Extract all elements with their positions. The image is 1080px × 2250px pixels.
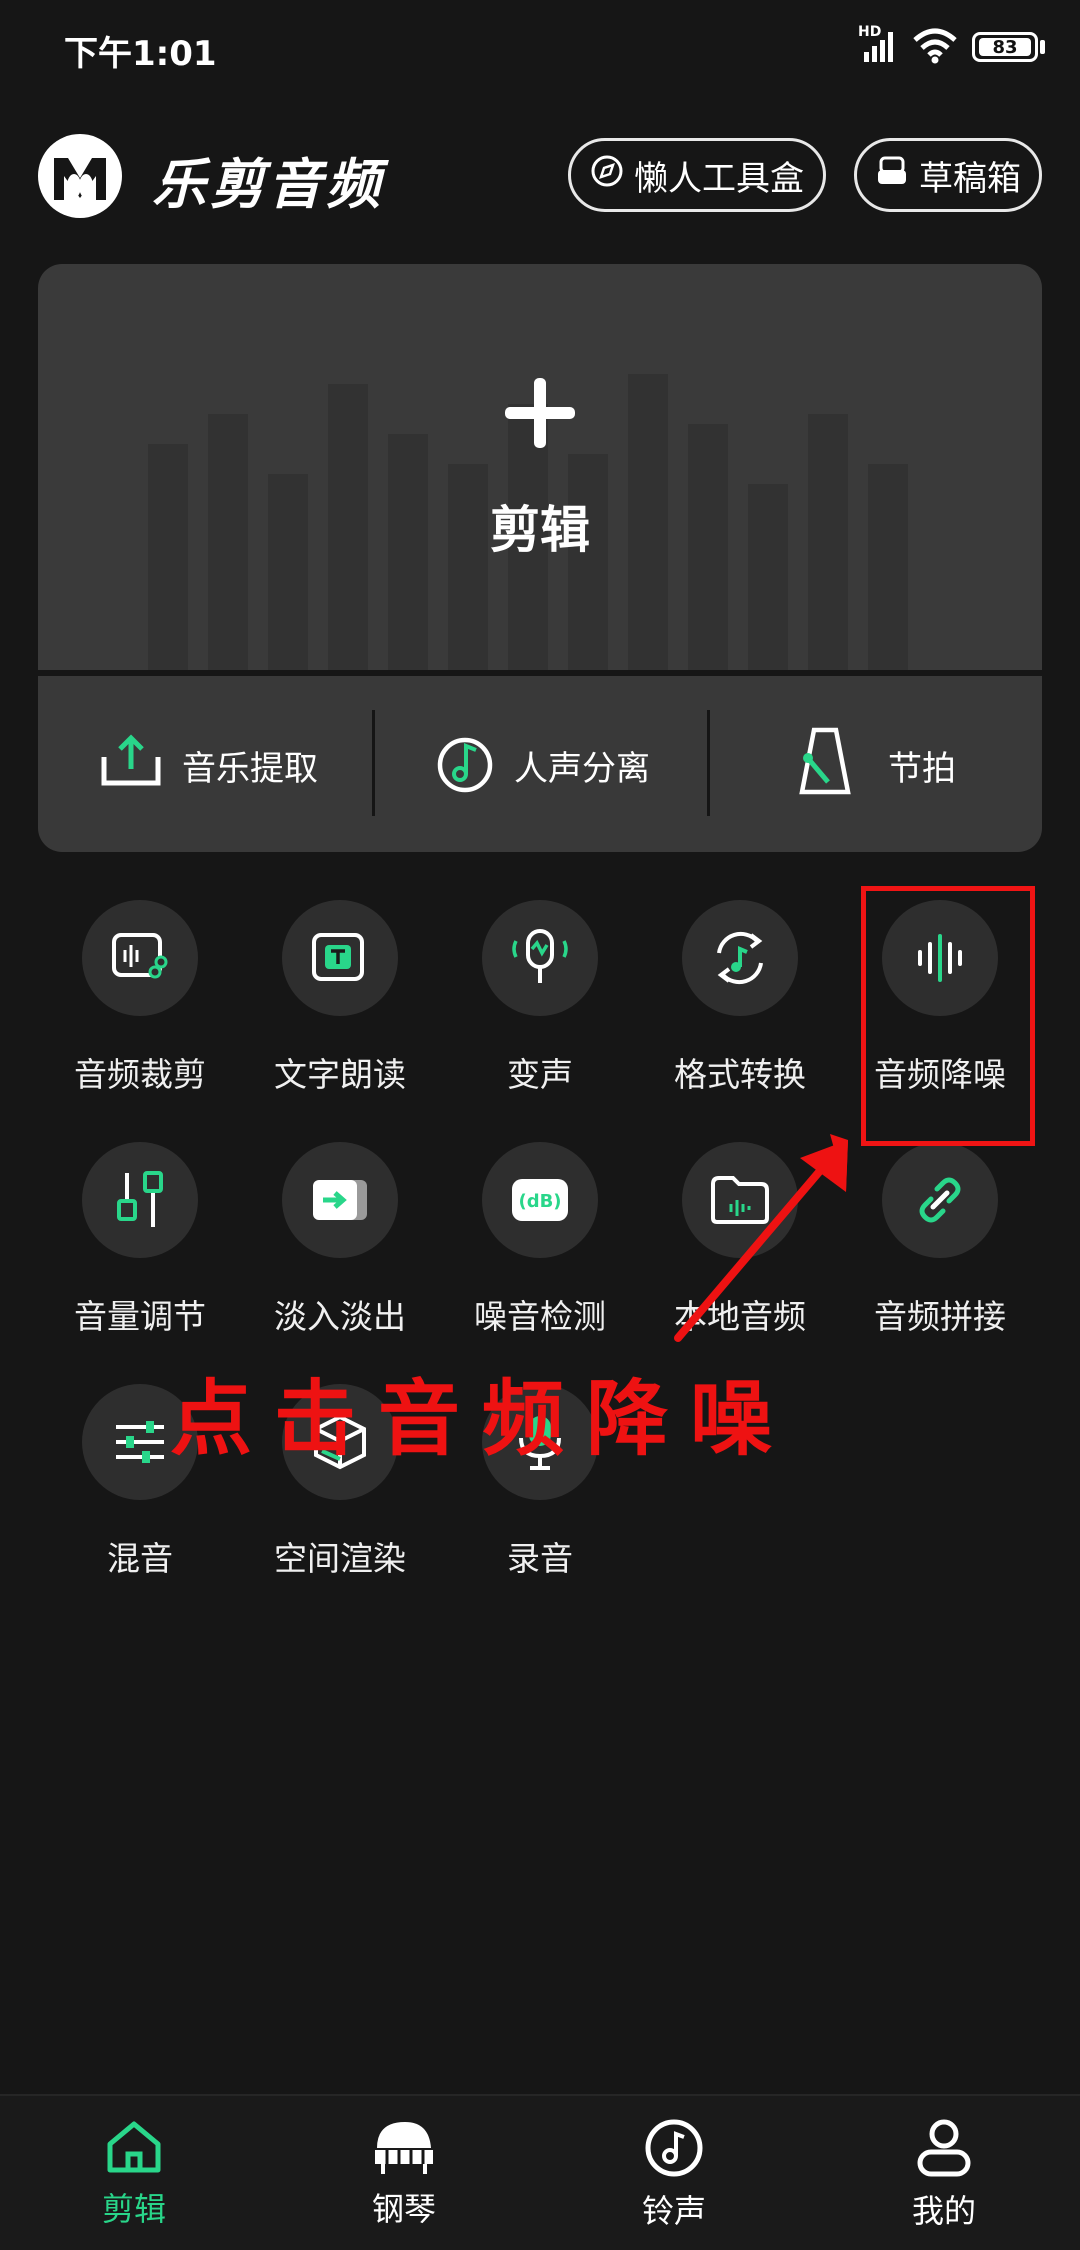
battery-icon: 83	[972, 32, 1038, 62]
nav-piano[interactable]: 钢琴	[314, 2118, 494, 2230]
drafts-label: 草稿箱	[919, 158, 1021, 199]
tool-label: 混音	[107, 1539, 173, 1578]
annotation-text: 点击音频降噪	[170, 1372, 795, 1467]
nav-label: 铃声	[641, 2192, 706, 2230]
ringtone-icon	[584, 2118, 764, 2182]
nav-mine[interactable]: 我的	[854, 2118, 1034, 2232]
status-time: 下午1:01	[64, 34, 217, 74]
metronome-icon	[796, 726, 852, 805]
fade-icon	[282, 1142, 398, 1258]
tool-fade[interactable]: 淡入淡出	[240, 1142, 440, 1338]
nav-label: 我的	[911, 2192, 976, 2230]
audio-cut-icon	[82, 900, 198, 1016]
user-icon	[854, 2118, 1034, 2182]
tool-label: 音频裁剪	[74, 1055, 206, 1094]
edit-card[interactable]	[38, 264, 1042, 670]
tool-label: 文字朗读	[274, 1055, 406, 1094]
format-convert-icon	[682, 900, 798, 1016]
tool-noise-detect[interactable]: (dB) 噪音检测	[440, 1142, 640, 1338]
nav-label: 钢琴	[371, 2190, 436, 2228]
quick-action-label: 音乐提取	[182, 748, 318, 789]
annotation-arrow	[674, 1134, 848, 1342]
quick-action-label: 节拍	[888, 748, 956, 789]
tool-label: 空间渲染	[274, 1539, 406, 1578]
tool-label: 音量调节	[74, 1297, 206, 1336]
link-icon	[882, 1142, 998, 1258]
volume-adjust-icon	[82, 1142, 198, 1258]
music-note-icon	[436, 728, 494, 803]
tool-text-read[interactable]: 文字朗读	[240, 900, 440, 1096]
battery-tip	[1040, 40, 1045, 54]
tool-audio-cut[interactable]: 音频裁剪	[40, 900, 240, 1096]
quick-divider	[372, 710, 375, 816]
upload-icon	[100, 733, 162, 798]
tool-label: 噪音检测	[474, 1297, 606, 1336]
toolbox-label: 懒人工具盒	[634, 158, 804, 199]
edit-label: 剪辑	[490, 501, 590, 559]
app-title: 乐剪音频	[152, 153, 384, 216]
quick-music-extract[interactable]: 音乐提取	[100, 720, 318, 810]
quick-metronome[interactable]: 节拍	[796, 720, 956, 810]
tool-label: 音频拼接	[874, 1297, 1006, 1336]
waveform-background	[148, 374, 908, 670]
quick-action-label: 人声分离	[514, 748, 650, 789]
highlight-box	[861, 886, 1035, 1146]
tool-audio-join[interactable]: 音频拼接	[840, 1142, 1040, 1338]
wifi-icon	[912, 28, 958, 68]
text-read-icon	[282, 900, 398, 1016]
compass-icon	[590, 154, 624, 197]
plus-icon	[505, 378, 575, 448]
drafts-button[interactable]: 草稿箱	[854, 138, 1042, 212]
app-logo	[38, 134, 122, 218]
quick-divider	[707, 710, 710, 816]
nav-label: 剪辑	[101, 2190, 166, 2228]
tool-label: 变声	[507, 1055, 573, 1094]
home-icon	[44, 2118, 224, 2180]
nav-ringtone[interactable]: 铃声	[584, 2118, 764, 2232]
quick-vocal-separation[interactable]: 人声分离	[436, 720, 650, 810]
db-meter-icon: (dB)	[482, 1142, 598, 1258]
drafts-icon	[875, 154, 909, 197]
tool-format-convert[interactable]: 格式转换	[640, 900, 840, 1096]
tool-label: 格式转换	[674, 1055, 806, 1094]
voice-change-icon	[482, 900, 598, 1016]
nav-edit[interactable]: 剪辑	[44, 2118, 224, 2230]
tool-label: 录音	[507, 1539, 573, 1578]
tool-volume-adjust[interactable]: 音量调节	[40, 1142, 240, 1338]
toolbox-button[interactable]: 懒人工具盒	[568, 138, 826, 212]
status-bar: 下午1:01 HD 83	[0, 0, 1080, 96]
svg-text:(dB): (dB)	[518, 1191, 561, 1212]
tool-voice-change[interactable]: 变声	[440, 900, 640, 1096]
signal-icon: HD	[858, 24, 902, 66]
battery-level: 83	[979, 38, 1031, 58]
piano-icon	[314, 2118, 494, 2180]
tool-label: 淡入淡出	[274, 1297, 406, 1336]
